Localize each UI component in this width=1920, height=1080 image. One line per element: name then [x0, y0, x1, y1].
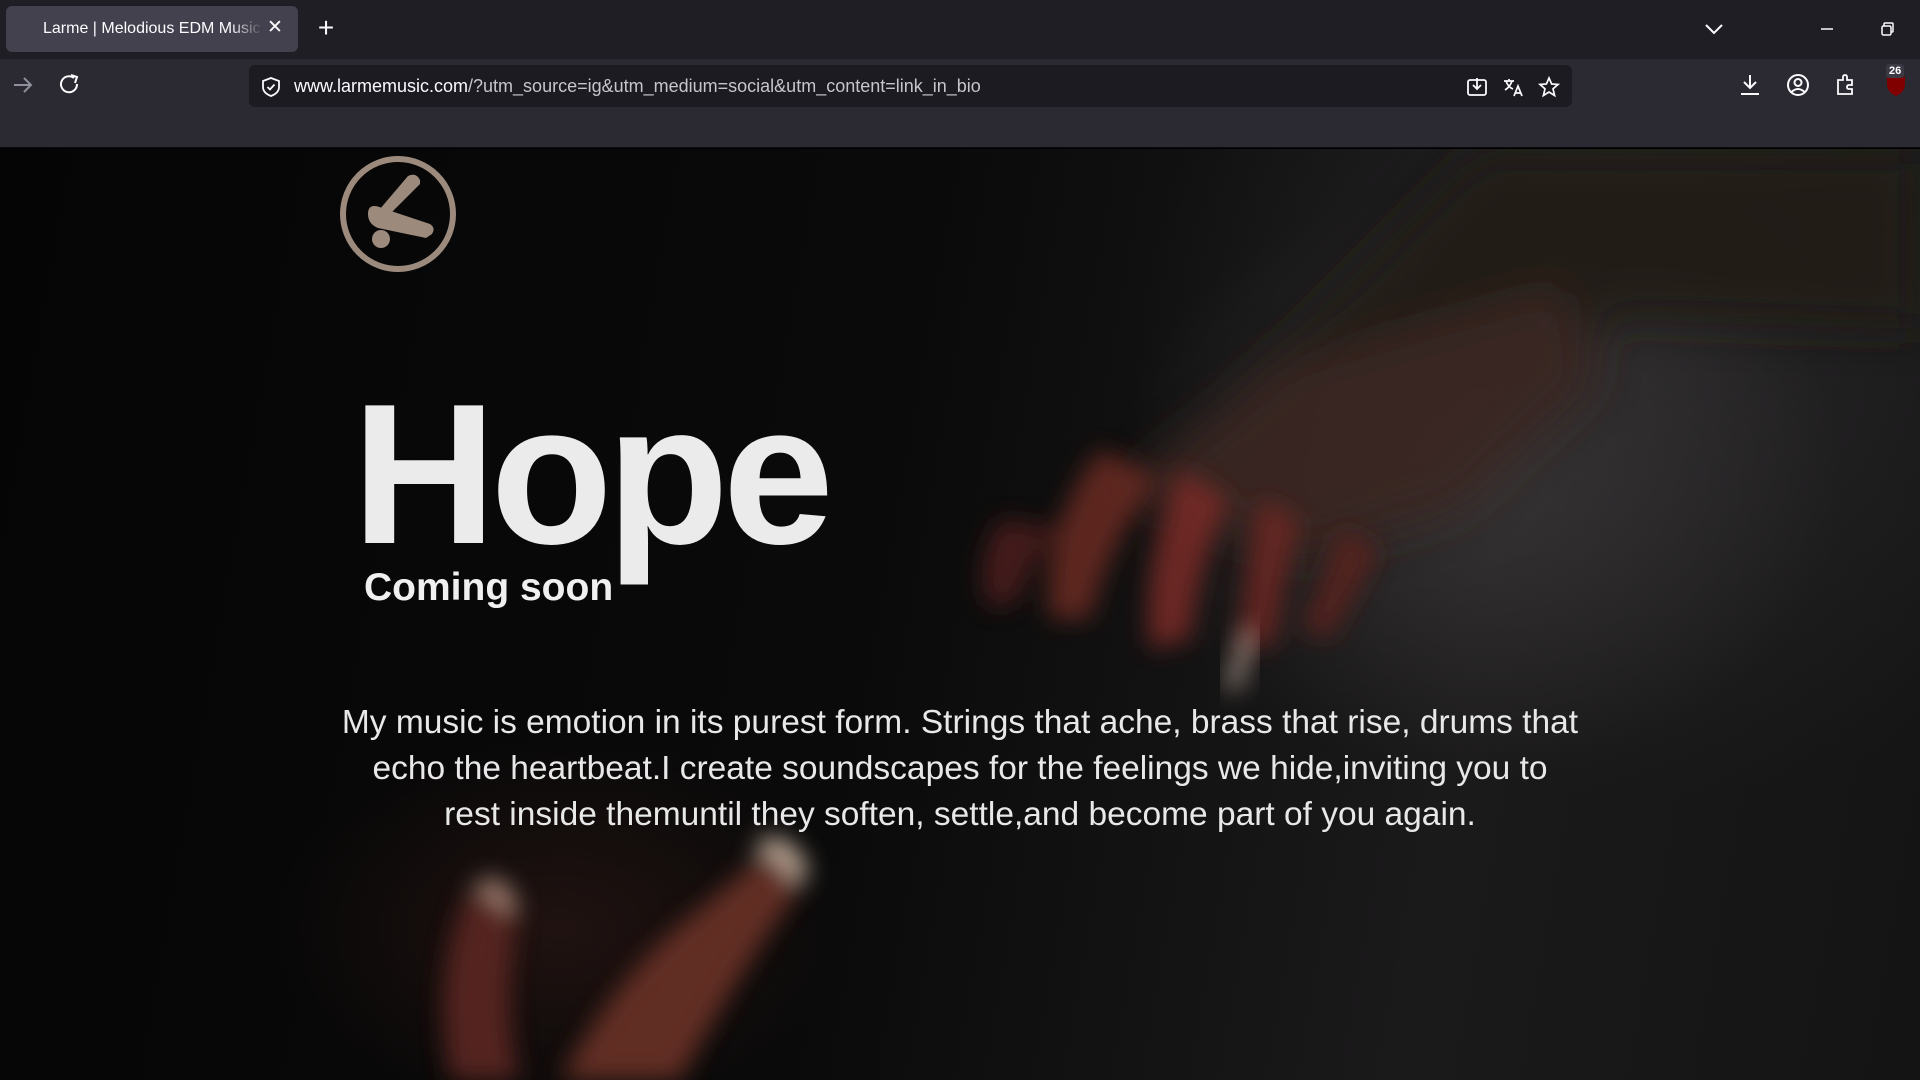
- star-icon[interactable]: [1537, 75, 1561, 99]
- forward-icon[interactable]: [8, 70, 38, 100]
- artist-description: My music is emotion in its purest form. …: [341, 704, 1579, 833]
- download-page-icon[interactable]: [1465, 75, 1489, 99]
- restore-icon[interactable]: [1874, 16, 1900, 42]
- minimize-icon[interactable]: [1814, 16, 1840, 42]
- tab-title: Larme | Melodious EDM Music Of: [43, 20, 263, 37]
- account-icon[interactable]: [1783, 70, 1813, 100]
- chevron-down-icon[interactable]: [1701, 16, 1727, 42]
- tab-active[interactable]: Larme | Melodious EDM Music Of ✕: [6, 6, 298, 52]
- page-content: Hope Coming soon My music is emotion in …: [0, 149, 1920, 1080]
- url-domain: www.larmemusic.com: [294, 76, 469, 96]
- extensions-icon[interactable]: [1831, 70, 1861, 100]
- page-title: Hope: [352, 363, 834, 586]
- bookmarks-toolbar: [0, 116, 1920, 148]
- reload-icon[interactable]: [55, 70, 85, 100]
- address-bar[interactable]: www.larmemusic.com/?utm_source=ig&utm_me…: [249, 65, 1572, 107]
- larme-logo-icon[interactable]: [338, 154, 458, 274]
- extension-badge: 26: [1886, 64, 1905, 78]
- translate-icon[interactable]: [1501, 75, 1525, 99]
- tab-close-icon[interactable]: ✕: [264, 17, 286, 39]
- url-text[interactable]: www.larmemusic.com/?utm_source=ig&utm_me…: [294, 76, 981, 97]
- shield-icon[interactable]: [259, 75, 283, 99]
- download-icon[interactable]: [1735, 70, 1765, 100]
- url-path: /?utm_source=ig&utm_medium=social&utm_co…: [468, 76, 981, 96]
- tab-strip: Larme | Melodious EDM Music Of ✕ +: [0, 0, 1920, 59]
- coming-soon-label: Coming soon: [364, 566, 614, 609]
- new-tab-button[interactable]: +: [311, 14, 341, 44]
- background-hands-image: [443, 149, 1920, 1080]
